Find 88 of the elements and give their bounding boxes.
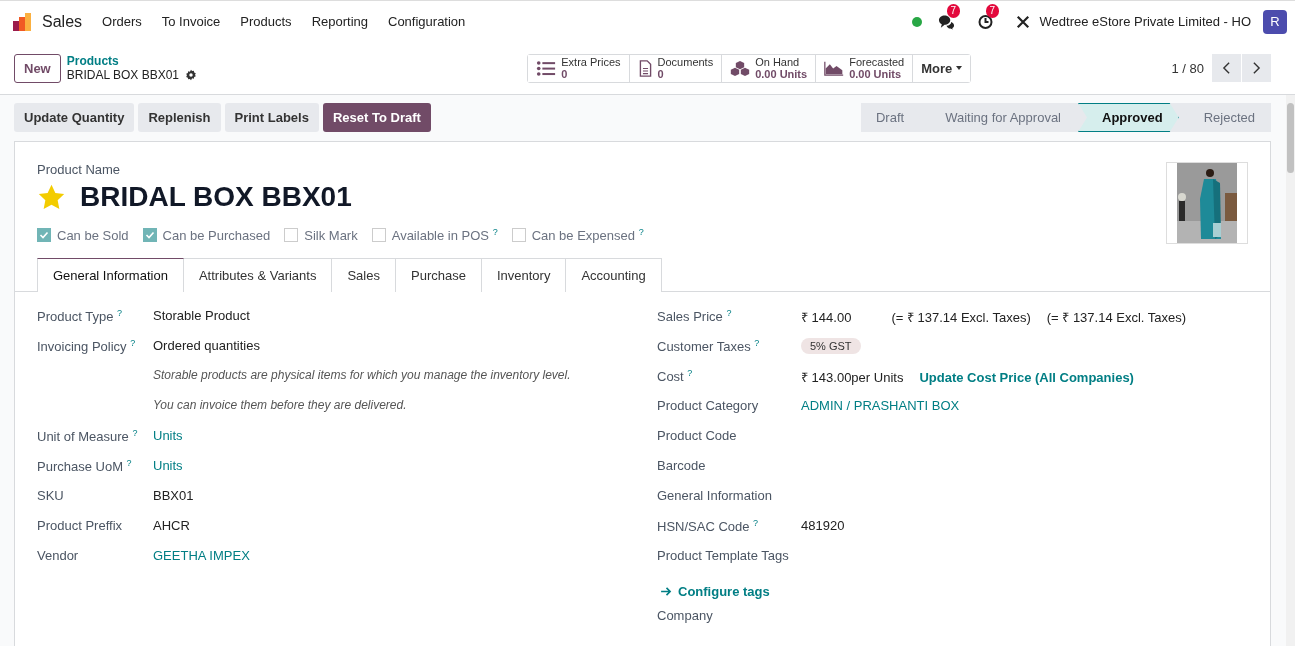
field-value: Ordered quantities [153, 338, 260, 353]
menu-item[interactable]: Orders [102, 14, 142, 29]
menu-item[interactable]: Reporting [311, 14, 368, 29]
action-button[interactable]: Reset To Draft [322, 103, 431, 132]
field-link[interactable]: GEETHA IMPEX [153, 548, 250, 563]
field-label: Product Type $^{?}$ [37, 307, 123, 325]
tab[interactable]: Sales [331, 258, 396, 292]
field-label: Product Category [657, 397, 760, 413]
field-label: Product Name [37, 162, 122, 177]
tab[interactable]: Attributes & Variants [182, 258, 333, 292]
product-name: BRIDAL BOX BBX01 [80, 181, 352, 213]
arrow-right-icon [661, 587, 672, 596]
excluded-tax-amount: (= ₹ 137.14 Excl. Taxes) [891, 309, 1031, 326]
tab[interactable]: Inventory [480, 258, 567, 292]
breadcrumb-link[interactable]: Products [66, 54, 197, 68]
action-button[interactable]: Replenish [138, 103, 221, 132]
tab[interactable]: Accounting [565, 258, 662, 292]
checkbox-label: Can be Sold [57, 227, 129, 243]
field-label: Invoicing Policy $^{?}$ [37, 337, 137, 355]
field-value: Storable Product [153, 308, 250, 323]
message-count-badge: 7 [946, 3, 961, 18]
field-label: Barcode [657, 457, 707, 473]
checkbox-label: Can be Purchased [162, 227, 271, 243]
field-label: Unit of Measure $^{?}$ [37, 427, 139, 445]
boxes-icon [730, 59, 751, 77]
status-stage[interactable]: Approved [1078, 103, 1179, 132]
help-note: You can invoice them before they are delivered. [153, 398, 407, 412]
field-value: AHCR [153, 518, 190, 533]
area-chart-icon [824, 59, 845, 77]
field-label: Purchase UoM $^{?}$ [37, 457, 133, 475]
record-name: BRIDAL BOX BBX01 [66, 68, 179, 82]
checkbox[interactable] [142, 228, 157, 243]
field-value: BBX01 [153, 488, 194, 503]
company-name[interactable]: Wedtree eStore Private Limited - HO [1039, 14, 1251, 29]
field-label: Cost $^{?}$ [657, 367, 694, 385]
field-label: Product Preffix [37, 517, 124, 533]
field-label: Product Code [657, 427, 738, 443]
checkbox[interactable] [371, 228, 386, 243]
list-icon [536, 59, 557, 77]
field-label: Vendor [37, 547, 80, 563]
field-label: SKU [37, 487, 65, 503]
stat-button[interactable]: Extra Prices 0 [528, 54, 630, 82]
help-note: Storable products are physical items for which you manage the inventory level. [153, 368, 571, 382]
field-value: 481920 [801, 518, 845, 533]
field-label: Customer Taxes $^{?}$ [657, 337, 761, 355]
checkbox[interactable] [37, 228, 51, 243]
tax-tag[interactable]: 5% GST [801, 338, 861, 354]
checkbox[interactable] [511, 228, 526, 243]
tab[interactable]: General Information [37, 258, 184, 292]
checkbox-label: Can be Expensed $^{?}$ [531, 227, 644, 244]
menu-item[interactable]: To Invoice [161, 14, 221, 29]
excluded-tax-amount: (= ₹ 137.14 Excl. Taxes) [1046, 309, 1187, 326]
menu-item[interactable]: Configuration [388, 14, 466, 29]
update-cost-button[interactable]: Update Cost Price (All Companies) [919, 369, 1134, 385]
field-label: Sales Price $^{?}$ [657, 307, 733, 325]
field-label: Product Template Tags [657, 547, 790, 563]
chevron-right-icon [1252, 61, 1261, 75]
checkbox-label: Available in POS $^{?}$ [391, 227, 498, 244]
menu-item[interactable]: Products [240, 14, 292, 29]
favorite-star-icon[interactable] [37, 182, 66, 212]
activity-count-badge: 7 [985, 3, 1000, 18]
field-link[interactable]: ADMIN / PRASHANTI BOX [801, 398, 960, 413]
pager-value: 1 / 80 [1171, 60, 1204, 76]
document-icon [637, 59, 653, 77]
scrollbar[interactable] [1286, 95, 1295, 646]
field-link[interactable]: Units [153, 458, 183, 473]
settings-icon[interactable] [185, 69, 197, 81]
app-name[interactable]: Sales [42, 12, 83, 31]
field-label: HSN/SAC Code $^{?}$ [657, 517, 760, 535]
field-link[interactable]: Units [153, 428, 183, 443]
field-value: ₹ 143.00per Units [801, 369, 904, 386]
chevron-left-icon [1222, 61, 1231, 75]
action-button[interactable]: Print Labels [224, 103, 319, 132]
previous-button[interactable] [1212, 54, 1241, 82]
user-avatar[interactable]: R [1263, 9, 1287, 34]
tab[interactable]: Purchase [395, 258, 482, 292]
field-value: ₹ 144.00 [801, 309, 852, 326]
field-label: General Information [657, 487, 773, 503]
clock-icon[interactable] [976, 13, 994, 30]
checkbox-label: Silk Mark [304, 227, 358, 243]
new-button[interactable]: New [14, 53, 61, 83]
configure-tags-link[interactable]: Configure tags [661, 578, 770, 599]
field-label: Company [657, 607, 714, 623]
checkbox[interactable] [284, 228, 299, 243]
chat-icon[interactable] [937, 13, 955, 30]
app-logo-icon[interactable] [12, 11, 32, 32]
next-button[interactable] [1242, 54, 1271, 82]
action-button[interactable]: Update Quantity [14, 103, 135, 132]
